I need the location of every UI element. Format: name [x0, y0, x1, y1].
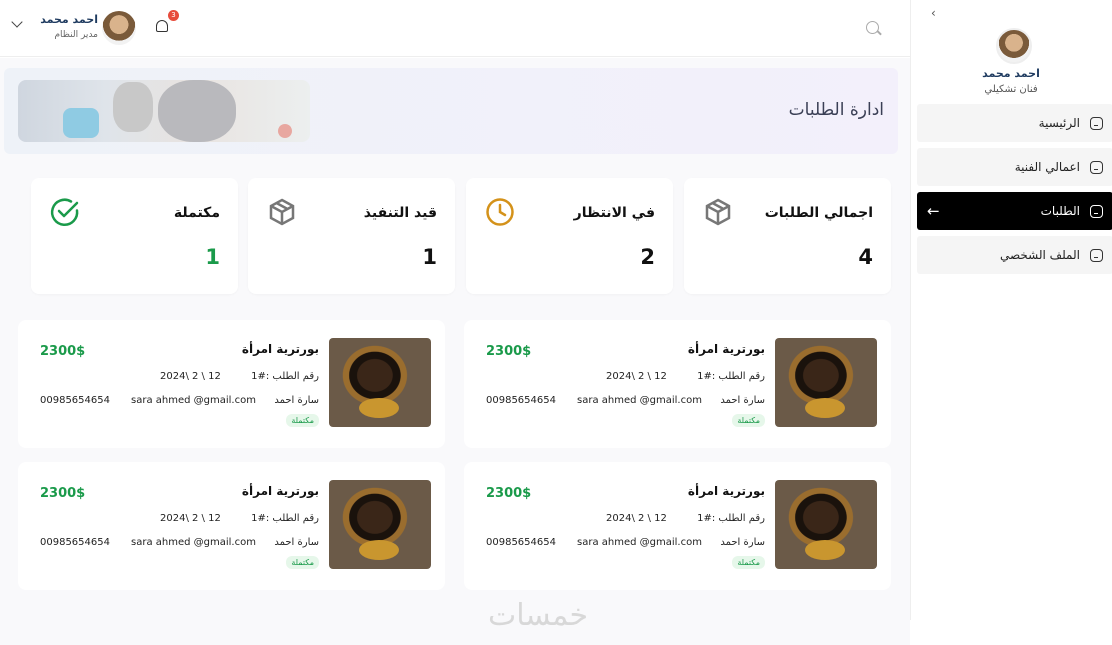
order-number: رقم الطلب :#1 [251, 371, 319, 382]
watermark-logo: خمسات [488, 598, 589, 633]
customer-email: sara ahmed @gmail.com [131, 537, 256, 548]
sidebar-item-artworks[interactable]: اعمالي الفنية [917, 148, 1112, 186]
order-number: رقم الطلب :#1 [697, 371, 765, 382]
order-date: 2024\ 2 \ 12 [606, 371, 667, 382]
stat-card-in-progress: قيد التنفيذ 1 [248, 178, 455, 294]
order-price: 2300$ [486, 344, 532, 359]
status-badge: مكتملة [732, 556, 765, 569]
banner-image [18, 80, 310, 142]
customer-email: sara ahmed @gmail.com [577, 395, 702, 406]
order-card[interactable]: بورترية امرأة 2300$ رقم الطلب :#1 2024\ … [18, 320, 445, 448]
artwork-image [329, 480, 431, 569]
header-user-name: احمد محمد [40, 13, 98, 26]
sidebar-item-orders[interactable]: ← الطلبات [917, 192, 1112, 230]
home-icon [1090, 204, 1103, 218]
order-card[interactable]: بورترية امرأة 2300$ رقم الطلب :#1 2024\ … [464, 320, 891, 448]
customer-name: سارة احمد [274, 537, 319, 548]
stat-value: 1 [205, 245, 220, 269]
stat-card-completed: مكتملة 1 [31, 178, 238, 294]
customer-phone: 00985654654 [40, 537, 110, 548]
sidebar-item-label: الملف الشخصي [1000, 248, 1080, 262]
status-badge: مكتملة [286, 556, 319, 569]
stat-card-total: اجمالي الطلبات 4 [684, 178, 891, 294]
order-date: 2024\ 2 \ 12 [160, 371, 221, 382]
stat-label: في الانتظار [573, 205, 655, 221]
sidebar-user-name: احمد محمد [982, 67, 1040, 80]
order-title: بورترية امرأة [241, 484, 319, 498]
sidebar-item-home[interactable]: الرئيسية [917, 104, 1112, 142]
search-icon[interactable] [866, 21, 879, 34]
stat-card-pending: في الانتظار 2 [466, 178, 673, 294]
home-icon [1090, 160, 1103, 174]
order-title: بورترية امرأة [687, 484, 765, 498]
customer-email: sara ahmed @gmail.com [577, 537, 702, 548]
header-user-role: مدير النظام [54, 30, 98, 40]
order-card[interactable]: بورترية امرأة 2300$ رقم الطلب :#1 2024\ … [464, 462, 891, 590]
customer-phone: 00985654654 [40, 395, 110, 406]
page-banner: ادارة الطلبات [4, 68, 898, 154]
home-icon [1090, 248, 1103, 262]
avatar[interactable] [102, 11, 136, 45]
main-content: ادارة الطلبات اجمالي الطلبات 4 في الانتظ… [0, 58, 910, 645]
order-date: 2024\ 2 \ 12 [606, 513, 667, 524]
customer-name: سارة احمد [720, 537, 765, 548]
sidebar: ‹ احمد محمد فنان تشكيلي الرئيسية اعمالي … [910, 0, 1112, 620]
order-title: بورترية امرأة [241, 342, 319, 356]
clock-icon [486, 198, 514, 226]
sidebar-item-label: الرئيسية [1038, 116, 1080, 130]
stat-label: قيد التنفيذ [363, 205, 437, 221]
stat-value: 1 [422, 245, 437, 269]
bell-icon[interactable] [156, 20, 168, 32]
collapse-chevron-icon[interactable]: ‹ [931, 6, 936, 20]
home-icon [1090, 116, 1103, 130]
box-icon [269, 198, 295, 226]
box-icon [705, 198, 731, 226]
order-price: 2300$ [40, 486, 86, 501]
page-title: ادارة الطلبات [788, 100, 884, 120]
artwork-image [329, 338, 431, 427]
topbar: احمد محمد مدير النظام 3 [0, 0, 910, 57]
stat-label: مكتملة [173, 205, 220, 221]
stat-label: اجمالي الطلبات [764, 205, 873, 221]
order-price: 2300$ [40, 344, 86, 359]
order-price: 2300$ [486, 486, 532, 501]
customer-phone: 00985654654 [486, 395, 556, 406]
customer-name: سارة احمد [720, 395, 765, 406]
arrow-left-icon: ← [927, 202, 940, 220]
chevron-down-icon[interactable] [11, 16, 23, 28]
sidebar-item-profile[interactable]: الملف الشخصي [917, 236, 1112, 274]
customer-name: سارة احمد [274, 395, 319, 406]
customer-phone: 00985654654 [486, 537, 556, 548]
artwork-image [775, 338, 877, 427]
notification-badge: 3 [168, 10, 179, 21]
sidebar-item-label: الطلبات [1040, 204, 1080, 218]
stat-value: 2 [640, 245, 655, 269]
sidebar-user-role: فنان تشكيلي [984, 84, 1038, 95]
check-circle-icon [50, 198, 79, 226]
avatar [996, 28, 1032, 64]
customer-email: sara ahmed @gmail.com [131, 395, 256, 406]
order-number: رقم الطلب :#1 [251, 513, 319, 524]
status-badge: مكتملة [732, 414, 765, 427]
order-date: 2024\ 2 \ 12 [160, 513, 221, 524]
stat-value: 4 [858, 245, 873, 269]
order-number: رقم الطلب :#1 [697, 513, 765, 524]
sidebar-item-label: اعمالي الفنية [1014, 160, 1080, 174]
order-title: بورترية امرأة [687, 342, 765, 356]
artwork-image [775, 480, 877, 569]
status-badge: مكتملة [286, 414, 319, 427]
order-card[interactable]: بورترية امرأة 2300$ رقم الطلب :#1 2024\ … [18, 462, 445, 590]
